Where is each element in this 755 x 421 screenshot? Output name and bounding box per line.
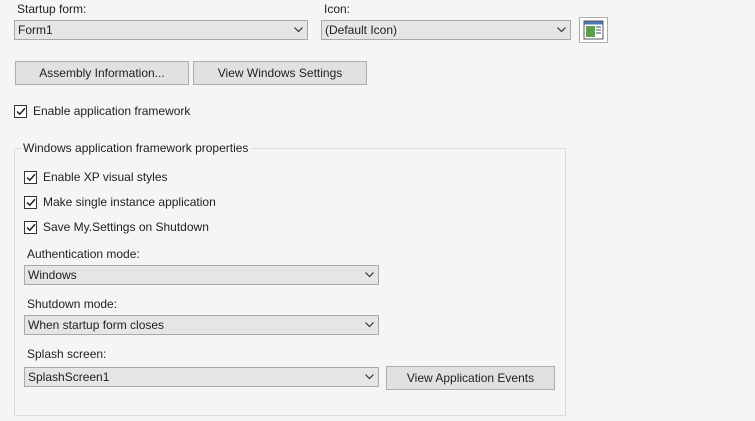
- chevron-down-icon: [552, 21, 570, 39]
- chevron-down-icon: [360, 368, 378, 386]
- view-application-events-button[interactable]: View Application Events: [386, 366, 555, 390]
- splash-screen-combo[interactable]: SplashScreen1: [24, 367, 379, 387]
- single-instance-checkbox[interactable]: [24, 195, 37, 209]
- xp-visual-styles-checkbox-row[interactable]: Enable XP visual styles: [24, 169, 168, 185]
- startup-form-label: Startup form:: [17, 2, 87, 16]
- framework-group-title: Windows application framework properties: [21, 141, 251, 155]
- save-settings-checkbox[interactable]: [24, 220, 37, 234]
- checkmark-icon: [25, 173, 36, 181]
- enable-app-framework-label: Enable application framework: [33, 104, 191, 118]
- shutdown-mode-combo[interactable]: When startup form closes: [24, 315, 379, 335]
- enable-app-framework-checkbox-row[interactable]: Enable application framework: [14, 103, 190, 119]
- xp-visual-styles-checkbox[interactable]: [24, 170, 37, 184]
- shutdown-mode-value: When startup form closes: [28, 318, 165, 332]
- checkmark-icon: [25, 223, 36, 231]
- splash-screen-value: SplashScreen1: [28, 370, 110, 384]
- chevron-down-icon: [360, 316, 378, 334]
- view-windows-settings-button[interactable]: View Windows Settings: [193, 61, 367, 85]
- chevron-down-icon: [289, 21, 307, 39]
- checkmark-icon: [15, 107, 26, 115]
- splash-screen-label: Splash screen:: [27, 347, 107, 361]
- chevron-down-icon: [360, 266, 378, 284]
- single-instance-checkbox-row[interactable]: Make single instance application: [24, 194, 216, 210]
- xp-visual-styles-label: Enable XP visual styles: [43, 170, 168, 184]
- icon-combo[interactable]: (Default Icon): [321, 20, 571, 40]
- shutdown-mode-label: Shutdown mode:: [27, 297, 118, 311]
- checkmark-icon: [25, 198, 36, 206]
- startup-form-combo[interactable]: Form1: [14, 20, 308, 40]
- icon-preview: [579, 17, 608, 43]
- save-settings-label: Save My.Settings on Shutdown: [43, 220, 209, 234]
- icon-label: Icon:: [324, 2, 351, 16]
- icon-value: (Default Icon): [325, 23, 398, 37]
- save-settings-checkbox-row[interactable]: Save My.Settings on Shutdown: [24, 219, 209, 235]
- authentication-mode-label: Authentication mode:: [27, 247, 140, 261]
- startup-form-value: Form1: [18, 23, 53, 37]
- application-window-icon: [583, 20, 604, 40]
- authentication-mode-value: Windows: [28, 268, 77, 282]
- authentication-mode-combo[interactable]: Windows: [24, 265, 379, 285]
- assembly-information-button[interactable]: Assembly Information...: [15, 61, 189, 85]
- enable-app-framework-checkbox[interactable]: [14, 104, 27, 118]
- single-instance-label: Make single instance application: [43, 195, 216, 209]
